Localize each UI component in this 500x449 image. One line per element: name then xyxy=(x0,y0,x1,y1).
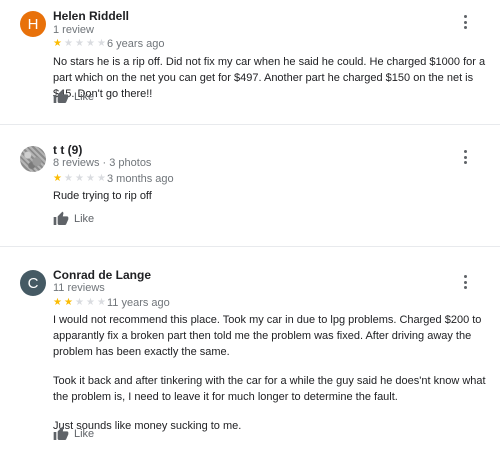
review-text: I would not recommend this place. Took m… xyxy=(53,312,493,447)
menu-dot xyxy=(463,26,467,29)
like-label: Like xyxy=(74,91,95,103)
star-empty-icon: ★ xyxy=(86,173,95,184)
review-age: 11 years ago xyxy=(107,297,170,309)
star-rating: ★ ★ ★ ★ ★ xyxy=(53,298,108,310)
reviewer-meta: 11 reviews xyxy=(53,282,105,294)
reviewer-name[interactable]: Conrad de Lange xyxy=(53,268,151,282)
menu-dot xyxy=(463,15,467,18)
reviewer-meta: 8 reviews · 3 photos xyxy=(53,157,152,169)
like-label: Like xyxy=(74,213,95,225)
star-empty-icon: ★ xyxy=(97,173,106,184)
like-button[interactable]: Like xyxy=(53,211,94,227)
review-paragraph: No stars he is a rip off. Did not fix my… xyxy=(53,56,486,100)
star-rating: ★ ★ ★ ★ ★ xyxy=(53,39,108,51)
like-button[interactable]: Like xyxy=(53,426,94,442)
menu-dot xyxy=(463,150,467,153)
more-options-icon[interactable] xyxy=(461,150,469,164)
star-empty-icon: ★ xyxy=(64,173,73,184)
menu-dot xyxy=(463,20,467,24)
star-empty-icon: ★ xyxy=(97,297,106,308)
menu-dot xyxy=(463,280,467,284)
star-filled-icon: ★ xyxy=(53,38,62,49)
star-empty-icon: ★ xyxy=(75,297,84,308)
like-button[interactable]: Like xyxy=(53,89,94,105)
thumbs-up-icon xyxy=(53,211,69,225)
more-options-icon[interactable] xyxy=(461,275,469,289)
reviewer-meta: 1 review xyxy=(53,24,94,36)
avatar[interactable] xyxy=(20,146,46,172)
star-empty-icon: ★ xyxy=(64,38,73,49)
star-filled-icon: ★ xyxy=(64,297,73,308)
thumbs-up-icon xyxy=(53,89,69,103)
review-paragraph: I would not recommend this place. Took m… xyxy=(53,314,482,358)
menu-dot xyxy=(463,286,467,289)
like-label: Like xyxy=(74,428,95,440)
avatar[interactable]: H xyxy=(20,11,46,37)
review-paragraph: Took it back and after tinkering with th… xyxy=(53,375,486,403)
review-paragraph: Rude trying to rip off xyxy=(53,190,152,202)
star-filled-icon: ★ xyxy=(53,297,62,308)
star-empty-icon: ★ xyxy=(75,173,84,184)
review-text: No stars he is a rip off. Did not fix my… xyxy=(53,54,493,115)
star-empty-icon: ★ xyxy=(86,38,95,49)
menu-dot xyxy=(463,155,467,159)
review-age: 6 years ago xyxy=(107,38,165,50)
divider xyxy=(0,246,500,247)
menu-dot xyxy=(463,275,467,278)
divider xyxy=(0,124,500,125)
star-empty-icon: ★ xyxy=(86,297,95,308)
review-paragraph: Just sounds like money sucking to me. xyxy=(53,420,242,432)
reviewer-name[interactable]: t t (9) xyxy=(53,143,82,157)
star-filled-icon: ★ xyxy=(53,173,62,184)
star-empty-icon: ★ xyxy=(75,38,84,49)
menu-dot xyxy=(463,161,467,164)
avatar[interactable]: C xyxy=(20,270,46,296)
more-options-icon[interactable] xyxy=(461,15,469,29)
star-empty-icon: ★ xyxy=(97,38,106,49)
reviewer-name[interactable]: Helen Riddell xyxy=(53,9,129,23)
review-age: 3 months ago xyxy=(107,173,174,185)
thumbs-up-icon xyxy=(53,426,69,440)
star-rating: ★ ★ ★ ★ ★ xyxy=(53,174,108,186)
review-text: Rude trying to rip off xyxy=(53,188,493,217)
